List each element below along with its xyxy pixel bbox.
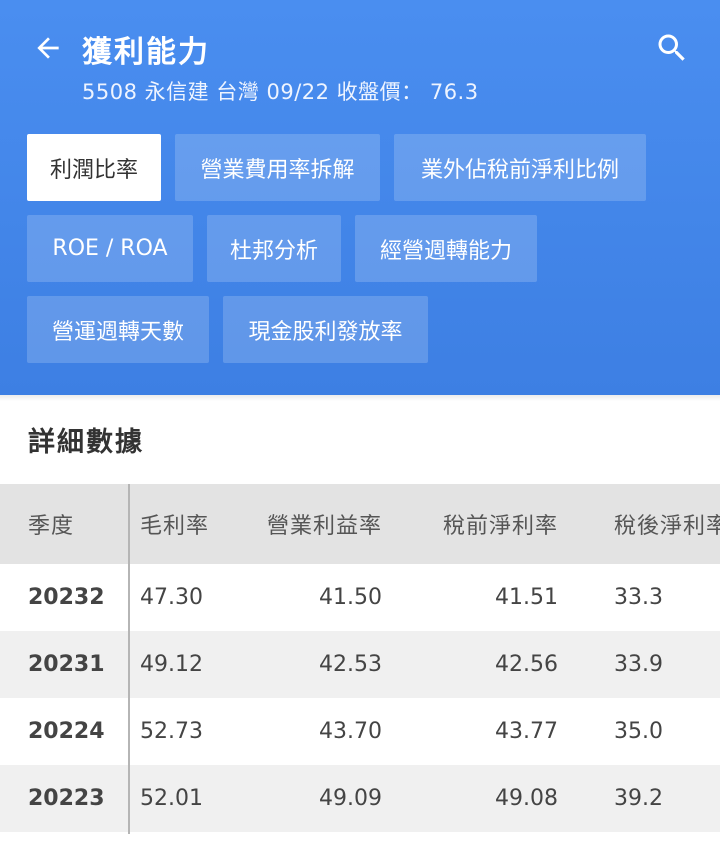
cell-quarter: 20231	[28, 652, 105, 677]
table-row: 20223 52.01 49.09 49.08 39.2	[0, 765, 720, 832]
tab-turnover-days[interactable]: 營運週轉天數	[27, 296, 209, 363]
cell-net-margin: 35.0	[614, 719, 663, 744]
tab-cash-dividend-ratio[interactable]: 現金股利發放率	[223, 296, 428, 363]
arrow-left-icon	[37, 37, 59, 59]
header-cell-quarter: 季度	[28, 514, 75, 539]
cell-operating-margin: 42.53	[319, 652, 382, 677]
column-divider	[128, 484, 130, 834]
cell-gross-margin: 52.01	[140, 786, 203, 811]
page-title: 獲利能力	[82, 35, 210, 70]
header-shadow	[0, 395, 720, 401]
cell-pretax-margin: 41.51	[495, 585, 558, 610]
cell-operating-margin: 41.50	[319, 585, 382, 610]
search-button[interactable]	[652, 28, 692, 68]
cell-operating-margin: 49.09	[319, 786, 382, 811]
header-cell-gross-margin: 毛利率	[140, 514, 210, 539]
back-button[interactable]	[30, 30, 66, 66]
app-header: 獲利能力 5508 永信建 台灣 09/22 收盤價： 76.3 利潤比率 營業…	[0, 0, 720, 395]
table-row: 20231 49.12 42.53 42.56 33.9	[0, 631, 720, 698]
cell-operating-margin: 43.70	[319, 719, 382, 744]
table-row: 20224 52.73 43.70 43.77 35.0	[0, 698, 720, 765]
tab-dupont[interactable]: 杜邦分析	[207, 215, 341, 282]
cell-pretax-margin: 49.08	[495, 786, 558, 811]
cell-pretax-margin: 42.56	[495, 652, 558, 677]
header-cell-net-margin: 稅後淨利率	[614, 514, 720, 539]
cell-pretax-margin: 43.77	[495, 719, 558, 744]
cell-quarter: 20224	[28, 719, 105, 744]
header-cell-pretax-margin: 稅前淨利率	[442, 514, 558, 539]
cell-net-margin: 33.3	[614, 585, 663, 610]
data-table: 季度 毛利率 營業利益率 稅前淨利率 稅後淨利率 20232 47.30 41.…	[0, 484, 720, 834]
cell-gross-margin: 47.30	[140, 585, 203, 610]
search-icon	[658, 34, 685, 61]
stock-info: 5508 永信建 台灣 09/22 收盤價： 76.3	[82, 80, 479, 104]
cell-quarter: 20223	[28, 786, 105, 811]
tab-profit-ratio[interactable]: 利潤比率	[27, 134, 161, 201]
cell-gross-margin: 52.73	[140, 719, 203, 744]
tab-roe-roa[interactable]: ROE / ROA	[27, 215, 193, 282]
table-header-row: 季度 毛利率 營業利益率 稅前淨利率 稅後淨利率	[0, 484, 720, 564]
cell-gross-margin: 49.12	[140, 652, 203, 677]
cell-net-margin: 33.9	[614, 652, 663, 677]
tab-non-operating-ratio[interactable]: 業外佔稅前淨利比例	[394, 134, 646, 201]
table-row: 20232 47.30 41.50 41.51 33.3	[0, 564, 720, 631]
tab-turnover[interactable]: 經營週轉能力	[355, 215, 537, 282]
tab-opex-breakdown[interactable]: 營業費用率拆解	[175, 134, 380, 201]
cell-quarter: 20232	[28, 585, 105, 610]
cell-net-margin: 39.2	[614, 786, 663, 811]
section-title: 詳細數據	[28, 427, 144, 458]
header-cell-operating-margin: 營業利益率	[266, 514, 382, 539]
